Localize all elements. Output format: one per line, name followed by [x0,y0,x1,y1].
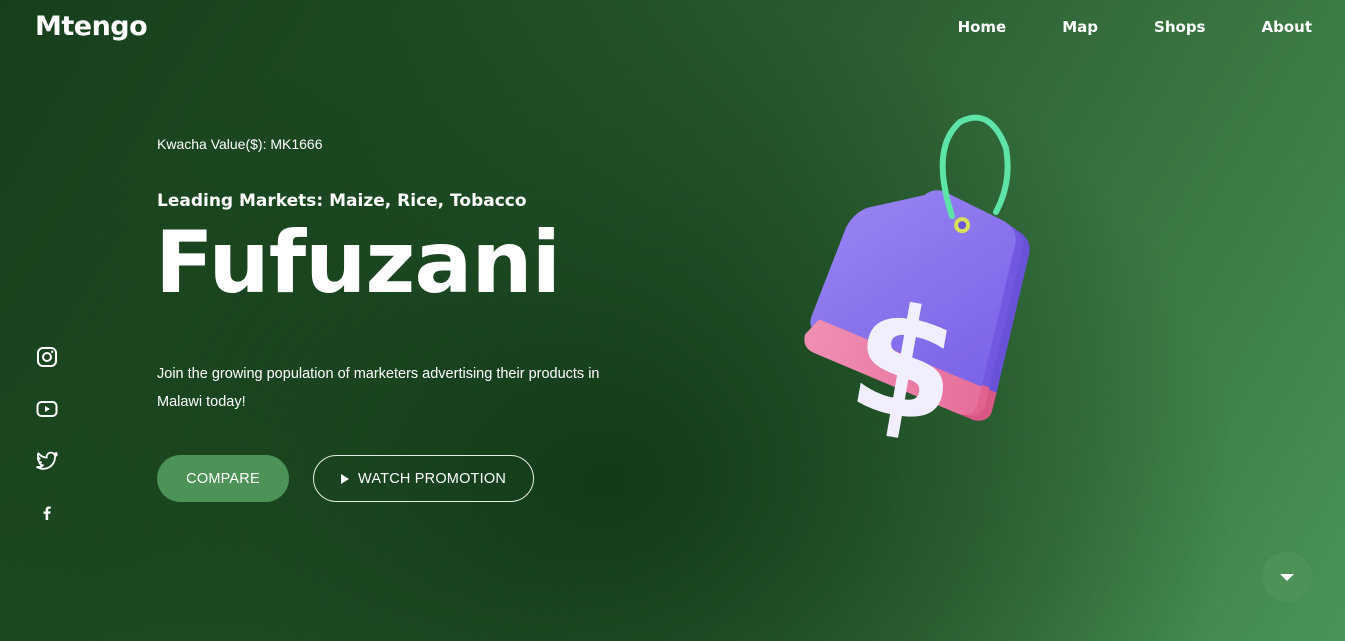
nav-item-shops[interactable]: Shops [1154,18,1205,36]
instagram-icon[interactable] [35,345,59,369]
scroll-down-button[interactable] [1262,552,1312,602]
facebook-icon[interactable] [35,501,59,525]
price-tag-illustration: $ [804,114,1030,460]
chevron-down-icon [1280,573,1294,581]
nav-item-about[interactable]: About [1261,18,1312,36]
leading-markets: Leading Markets: Maize, Rice, Tobacco [157,191,527,211]
brand-logo[interactable]: Mtengo [35,11,148,42]
nav-item-home[interactable]: Home [958,18,1007,36]
social-links [35,345,59,553]
compare-button[interactable]: COMPARE [157,455,289,502]
watch-promotion-button[interactable]: WATCH PROMOTION [313,455,534,502]
hero-title: Fufuzani [155,213,561,313]
play-icon [341,473,349,484]
youtube-icon[interactable] [35,397,59,421]
twitter-icon[interactable] [35,449,59,473]
kwacha-value: Kwacha Value($): MK1666 [157,136,323,152]
main-nav: Home Map Shops About [958,18,1312,36]
hero-tagline: Join the growing population of marketers… [157,366,600,410]
hero-section: Kwacha Value($): MK1666 Leading Markets:… [155,0,677,641]
compare-button-label: COMPARE [186,470,260,487]
watch-promotion-label: WATCH PROMOTION [358,470,506,487]
nav-item-map[interactable]: Map [1062,18,1098,36]
